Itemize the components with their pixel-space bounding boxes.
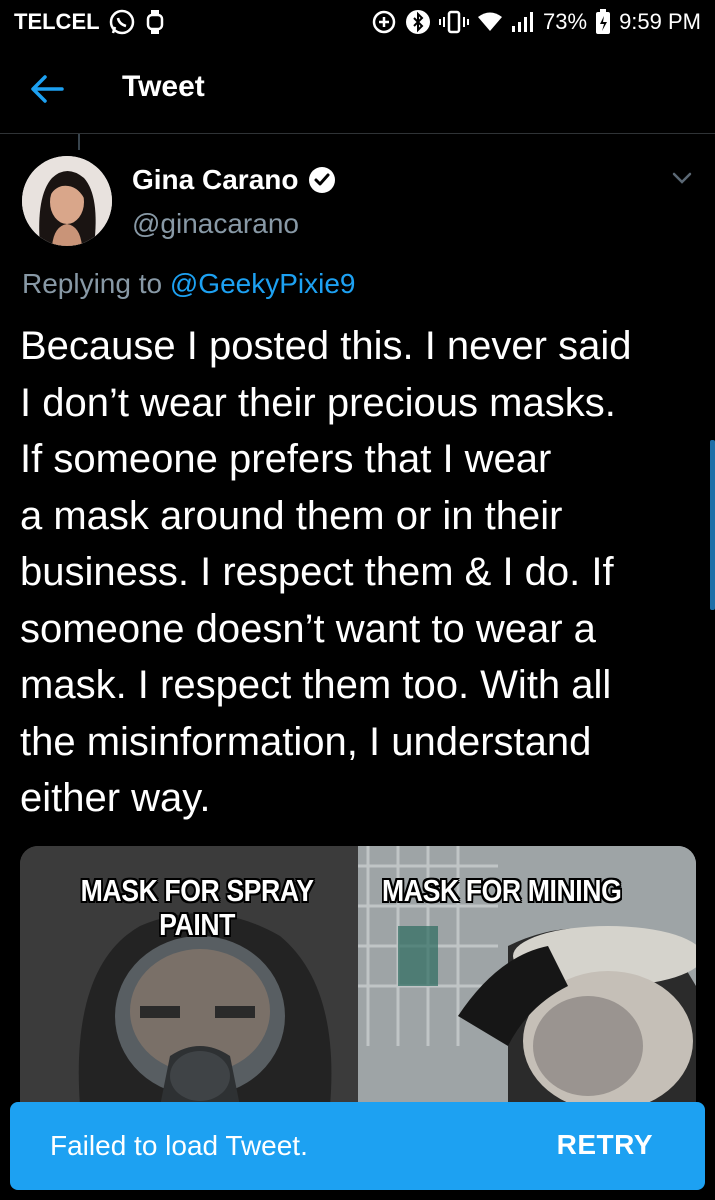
tweet-menu-button[interactable] [671,170,693,186]
signal-icon [511,11,535,33]
scrollbar[interactable] [710,440,715,610]
clock: 9:59 PM [619,9,701,34]
app-header: Tweet [0,44,715,134]
watch-icon [144,8,166,36]
tweet-text: Because I posted this. I never said I do… [20,324,632,820]
replying-prefix: Replying to [22,268,163,299]
wifi-icon [477,11,503,33]
data-saver-icon [371,9,397,35]
thread-connector [78,134,80,150]
author-name-text: Gina Carano [132,164,299,195]
retry-button[interactable]: RETRY [557,1129,653,1161]
reply-mention-link[interactable]: @GeekyPixie9 [170,268,356,299]
author-handle[interactable]: @ginacarano [132,208,299,240]
error-snackbar: Failed to load Tweet. RETRY [10,1102,705,1190]
page-title: Tweet [122,70,205,103]
bluetooth-icon [405,9,431,35]
author-name[interactable]: Gina Carano [132,164,336,196]
replying-to: Replying to @GeekyPixie9 [22,268,355,300]
carrier-label: TELCEL [14,9,100,34]
meme-caption-right: MASK FOR MINING [382,873,622,908]
avatar[interactable] [22,156,112,246]
battery-icon [595,9,611,35]
chevron-down-icon [672,172,692,184]
vibrate-icon [439,9,470,35]
tweet-media[interactable]: MASK FOR SPRAY PAINT MASK FOR MINING [20,846,696,1106]
meme-caption-left: MASK FOR SPRAY PAINT [80,873,314,942]
media-left-panel: MASK FOR SPRAY PAINT [20,846,358,1106]
arrow-left-icon [31,75,64,103]
snackbar-message: Failed to load Tweet. [50,1130,308,1161]
battery-percent: 73% [543,9,588,34]
media-right-panel: MASK FOR MINING [358,846,696,1106]
status-bar: TELCEL 73% 9:59 PM [0,0,715,44]
whatsapp-icon [108,8,136,36]
verified-icon [309,167,336,193]
back-button[interactable] [30,74,64,104]
